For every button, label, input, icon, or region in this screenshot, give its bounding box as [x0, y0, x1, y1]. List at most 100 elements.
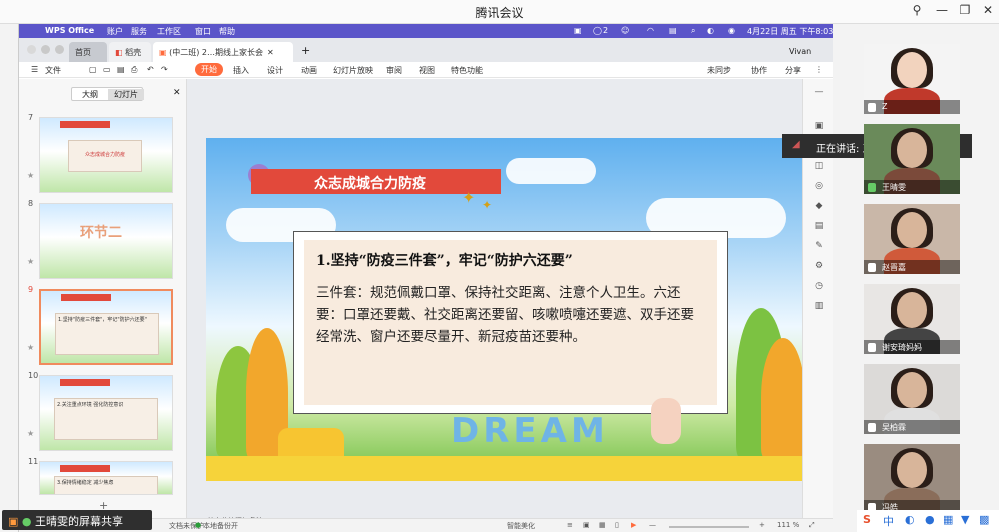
menu-slideshow[interactable]: 幻灯片放映 — [333, 65, 373, 76]
tab-outline[interactable]: 大纲 — [72, 89, 108, 100]
animation-icon[interactable]: ◎ — [812, 181, 826, 193]
tab-home[interactable]: 首页 — [69, 42, 107, 62]
format-icon[interactable]: ◫ — [812, 161, 826, 173]
video-tile[interactable]: 谢安琦妈妈 — [864, 284, 960, 354]
zoom-out-icon[interactable]: — — [649, 521, 656, 529]
control-center-icon[interactable]: ▤ — [669, 26, 677, 35]
slide-thumb-10[interactable]: 2.关注重点环境 强化防控意识 — [39, 375, 173, 451]
sync-status[interactable]: 未同步 — [707, 65, 731, 76]
tab-docer[interactable]: ◧ 稻壳 — [109, 42, 151, 62]
zoom-dot-icon[interactable] — [55, 45, 64, 54]
slide-canvas[interactable]: 众志成城合力防疫 ✦ ✦ 1.坚持“防疫三件套”，牢记“防护六还要” 三件套：规… — [206, 138, 815, 481]
sogou-icon[interactable]: S — [863, 513, 871, 526]
video-tile[interactable]: 王晴雯 — [864, 124, 960, 194]
more-icon[interactable]: ⋮ — [815, 65, 823, 74]
tab-close-icon[interactable]: ✕ — [267, 48, 274, 57]
search-icon[interactable]: ⌕ — [691, 26, 695, 36]
participant-name: 赵晋嘉 — [882, 263, 906, 272]
chat-bubble-icon[interactable]: ◯ — [593, 26, 602, 35]
print-icon[interactable]: ⎙ — [131, 65, 137, 75]
mic-icon[interactable]: ● — [925, 513, 935, 526]
siri-icon[interactable]: ◉ — [728, 26, 735, 35]
thumb-caption: 众志成城合力防疫 — [68, 140, 142, 172]
menu-workspace[interactable]: 工作区 — [157, 26, 181, 37]
video-tile[interactable]: 吴柏霖 — [864, 364, 960, 434]
moon-icon[interactable]: ◐ — [905, 513, 915, 526]
content-textbox[interactable]: 1.坚持“防疫三件套”，牢记“防护六还要” 三件套：规范佩戴口罩、保持社交距离、… — [293, 231, 728, 414]
history-icon[interactable]: ◷ — [812, 281, 826, 293]
wechat-icon[interactable]: ▣ — [574, 26, 582, 35]
hamburger-icon[interactable]: ☰ — [31, 65, 38, 74]
tab-document[interactable]: ▣ (中二班) 2…期线上家长会 ✕ — [153, 42, 293, 62]
zoom-level[interactable]: 111 % — [777, 521, 799, 529]
slide-thumb-9[interactable]: 1.坚持"防疫三件套"，牢记"防护六还要" — [39, 289, 173, 365]
file-menu[interactable]: 文件 — [45, 65, 61, 76]
keyboard-icon[interactable]: ▦ — [943, 513, 953, 526]
slide-thumb-7[interactable]: 众志成城合力防疫 — [39, 117, 173, 193]
tab-slides[interactable]: 幻灯片 — [108, 89, 144, 100]
menu-animation[interactable]: 动画 — [301, 65, 317, 76]
slide-thumb-8[interactable]: 环节二 — [39, 203, 173, 279]
reading-view-icon[interactable]: ▯ — [615, 521, 619, 529]
sorter-view-icon[interactable]: ▦ — [599, 521, 606, 529]
video-gallery: Z 王晴雯 赵晋嘉 谢安琦妈妈 吴柏霖 冯皓 — [858, 40, 999, 514]
cat-icon[interactable]: ☺ — [621, 26, 629, 35]
fit-window-icon[interactable]: ⤢ — [809, 521, 815, 530]
zoom-slider[interactable] — [669, 526, 749, 528]
pin-icon[interactable]: ⚲ — [907, 3, 927, 21]
minimize-dot-icon[interactable] — [41, 45, 50, 54]
menu-start[interactable]: 开始 — [195, 63, 223, 76]
open-icon[interactable]: ▭ — [103, 65, 111, 74]
collab-button[interactable]: 协作 — [751, 65, 767, 76]
shape-icon[interactable]: ◆ — [812, 201, 826, 213]
template-icon[interactable]: ▤ — [812, 221, 826, 233]
menu-account[interactable]: 账户 — [107, 26, 123, 37]
menu-design[interactable]: 设计 — [267, 65, 283, 76]
wifi-icon[interactable]: ◠ — [647, 26, 654, 35]
undo-icon[interactable]: ↶ — [147, 65, 154, 74]
beautify-button[interactable]: 智能美化 — [507, 521, 535, 531]
local-backup-status[interactable]: 本地备份开 — [203, 521, 238, 531]
zoom-in-icon[interactable]: + — [759, 521, 765, 529]
plant — [761, 338, 805, 458]
menu-view[interactable]: 视图 — [419, 65, 435, 76]
slide-editor: 众志成城合力防疫 ✦ ✦ 1.坚持“防疫三件套”，牢记“防护六还要” 三件套：规… — [187, 79, 815, 532]
menu-features[interactable]: 特色功能 — [451, 65, 483, 76]
notes-view-icon[interactable]: ≡ — [567, 521, 573, 529]
layout-icon[interactable]: ▣ — [812, 121, 826, 133]
app-menu[interactable]: WPS Office — [45, 26, 94, 35]
new-tab-icon[interactable]: + — [301, 44, 310, 57]
user-name[interactable]: Vivan — [789, 47, 811, 56]
close-dot-icon[interactable] — [27, 45, 36, 54]
video-tile[interactable]: 赵晋嘉 — [864, 204, 960, 274]
pin-icon[interactable]: ✎ — [812, 241, 826, 253]
panel-close-icon[interactable]: ✕ — [173, 88, 181, 98]
dream-blocks: DREAM — [451, 411, 609, 451]
maximize-icon[interactable]: ❐ — [955, 3, 975, 21]
redo-icon[interactable]: ↷ — [161, 65, 168, 74]
settings-icon[interactable]: ⚙ — [812, 261, 826, 273]
apps-icon[interactable]: ▩ — [979, 513, 989, 526]
backup-icon[interactable]: ▥ — [812, 301, 826, 313]
play-icon[interactable]: ▶ — [631, 521, 636, 529]
save-icon[interactable]: ▤ — [117, 65, 125, 74]
shirt-icon[interactable]: ▼ — [961, 513, 969, 526]
slide-number: 8 — [28, 199, 34, 208]
video-tile[interactable]: 冯皓 — [864, 444, 960, 514]
menu-help[interactable]: 帮助 — [219, 26, 235, 37]
menu-insert[interactable]: 插入 — [233, 65, 249, 76]
content-heading: 1.坚持“防疫三件套”，牢记“防护六还要” — [316, 253, 573, 269]
minimize-panel-icon[interactable]: — — [812, 87, 826, 99]
menu-service[interactable]: 服务 — [131, 26, 147, 37]
menu-window[interactable]: 窗口 — [195, 26, 211, 37]
ime-mode[interactable]: 中 — [883, 513, 894, 529]
menu-review[interactable]: 审阅 — [386, 65, 402, 76]
new-doc-icon[interactable]: ▢ — [89, 65, 97, 74]
close-icon[interactable]: ✕ — [978, 3, 998, 21]
share-button[interactable]: 分享 — [785, 65, 801, 76]
minimize-icon[interactable]: — — [932, 3, 952, 21]
slide-thumb-11[interactable]: 3.保持情绪稳定 减少焦虑 — [39, 461, 173, 495]
normal-view-icon[interactable]: ▣ — [583, 521, 590, 529]
video-tile[interactable]: Z — [864, 44, 960, 114]
toggle-icon[interactable]: ◐ — [707, 26, 714, 35]
